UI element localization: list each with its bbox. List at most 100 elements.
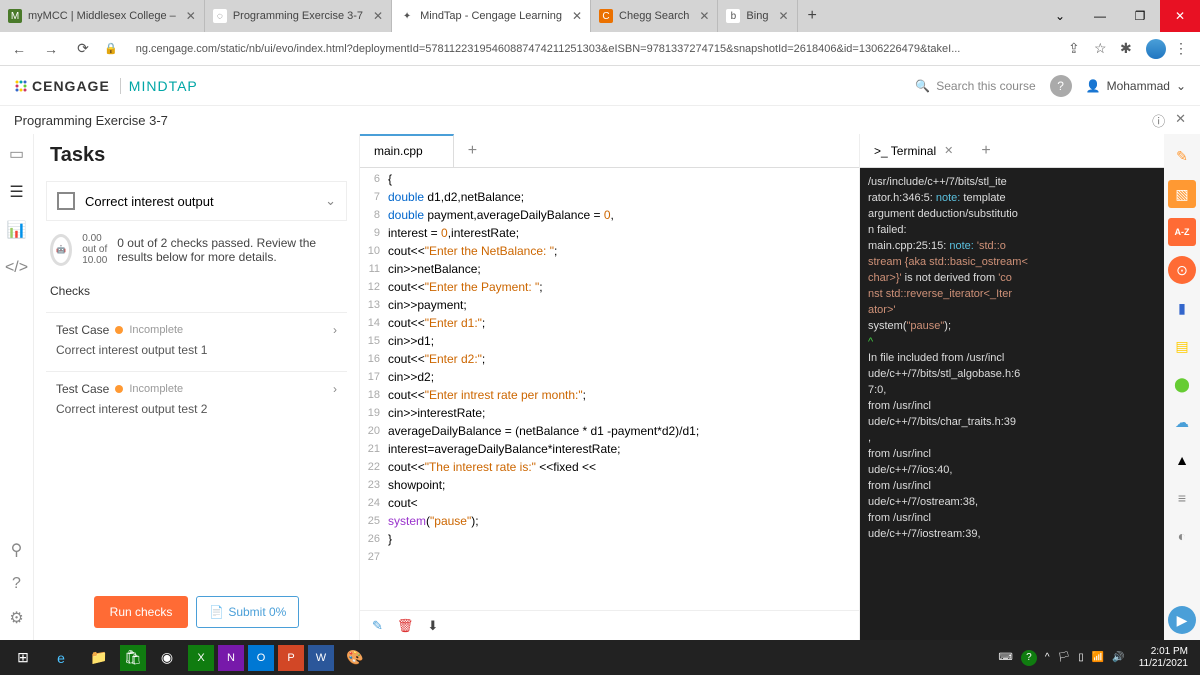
editor-toolbar: ✎ 🗑 ⬇ — [360, 610, 859, 640]
store-icon[interactable]: 🛍 — [120, 645, 146, 671]
check-item[interactable]: Test Case Incomplete›Correct interest ou… — [46, 312, 347, 367]
browser-tab[interactable]: MmyMCC | Middlesex College – ✕ — [0, 0, 205, 32]
wifi-icon[interactable]: 📶 — [1092, 652, 1104, 663]
tab-close-icon[interactable]: ✕ — [699, 9, 709, 23]
terminal-tab[interactable]: >_ Terminal ✕ — [860, 134, 967, 167]
close-icon[interactable]: ✕ — [944, 144, 953, 157]
outlook-icon[interactable]: O — [248, 645, 274, 671]
share-icon[interactable]: ⇪ — [1068, 40, 1086, 58]
window-controls: ⌄ — ❐ ✕ — [1040, 0, 1200, 32]
chart-icon[interactable]: 📊 — [7, 220, 27, 240]
book-icon[interactable]: ▭ — [7, 144, 27, 164]
powerpoint-icon[interactable]: P — [278, 645, 304, 671]
code-icon[interactable]: </> — [7, 258, 27, 278]
tray-help-icon[interactable]: ? — [1021, 650, 1037, 666]
profile-avatar[interactable] — [1146, 39, 1166, 59]
forward-button[interactable]: → — [40, 41, 62, 57]
delete-icon[interactable]: 🗑 — [397, 618, 414, 634]
new-tab-button[interactable]: + — [798, 7, 827, 25]
share-rail-icon[interactable]: ⚲ — [7, 540, 27, 560]
reload-button[interactable]: ⟳ — [72, 40, 94, 57]
status-dot-icon — [115, 326, 123, 334]
chrome-icon[interactable]: ◉ — [150, 643, 184, 673]
flag-icon[interactable]: 🏳 — [1058, 652, 1071, 663]
keyboard-icon[interactable]: ⌨ — [998, 652, 1012, 663]
circle-icon[interactable]: ◐ — [1168, 522, 1196, 550]
chevron-down-icon: ⌄ — [1176, 79, 1186, 93]
tab-favicon: ◌ — [213, 9, 227, 23]
lines-icon[interactable]: ≡ — [1168, 484, 1196, 512]
cloud-icon[interactable]: ☁ — [1168, 408, 1196, 436]
code-editor[interactable]: 6{7double d1,d2,netBalance;8double payme… — [360, 168, 859, 610]
star-icon[interactable]: ☆ — [1094, 40, 1112, 58]
browser-tab[interactable]: bBing✕ — [718, 0, 797, 32]
book-tool-icon[interactable]: ▮ — [1168, 294, 1196, 322]
main-layout: ▭ ☰ 📊 </> ⚲ ? ⚙ Tasks Correct interest o… — [0, 134, 1200, 640]
tab-favicon: ✦ — [400, 9, 414, 23]
tray-up-icon[interactable]: ^ — [1045, 652, 1050, 663]
editor-tab-main[interactable]: main.cpp — [360, 134, 454, 167]
close-window-button[interactable]: ✕ — [1160, 0, 1200, 32]
drive-icon[interactable]: ▲ — [1168, 446, 1196, 474]
windows-taskbar: ⊞ e 📁 🛍 ◉ X N O P W 🎨 ⌨ ? ^ 🏳 ▯ 📶 🔊 2:01… — [0, 640, 1200, 675]
terminal-output[interactable]: /usr/include/c++/7/bits/stl_iterator.h:3… — [860, 168, 1164, 640]
chevron-right-icon: › — [333, 323, 337, 337]
battery-icon[interactable]: ▯ — [1078, 652, 1084, 663]
edge-icon[interactable]: e — [44, 643, 78, 673]
cengage-logo[interactable]: CENGAGE MINDTAP — [14, 78, 198, 94]
terminal-add-tab[interactable]: + — [967, 134, 1004, 167]
paint-icon[interactable]: 🎨 — [338, 643, 372, 673]
task-checkbox[interactable] — [57, 192, 75, 210]
submit-button[interactable]: 📄 Submit 0% — [196, 596, 299, 628]
search-course[interactable]: 🔍 Search this course — [915, 79, 1035, 93]
highlight-icon[interactable]: ⬤ — [1168, 370, 1196, 398]
checks-heading: Checks — [34, 274, 359, 308]
clock[interactable]: 2:01 PM 11/21/2021 — [1133, 646, 1194, 670]
tab-label: Bing — [746, 10, 768, 22]
browser-tab[interactable]: ◌Programming Exercise 3-7✕ — [205, 0, 392, 32]
address-bar: ← → ⟳ 🔒 ng.cengage.com/static/nb/ui/evo/… — [0, 32, 1200, 66]
browser-tab[interactable]: ✦ MindTap - Cengage Learning ✕ — [392, 0, 591, 32]
edit-icon[interactable]: ✎ — [372, 618, 383, 634]
back-button[interactable]: ← — [8, 41, 30, 57]
info-icon[interactable]: ⓘ — [1152, 111, 1165, 130]
editor-tabs: main.cpp + — [360, 134, 859, 168]
list-icon[interactable]: ☰ — [7, 182, 27, 202]
start-button[interactable]: ⊞ — [6, 643, 40, 673]
tab-close-icon[interactable]: ✕ — [186, 9, 196, 23]
word-icon[interactable]: W — [308, 645, 334, 671]
excel-icon[interactable]: X — [188, 645, 214, 671]
explorer-icon[interactable]: 📁 — [82, 643, 116, 673]
check-item[interactable]: Test Case Incomplete›Correct interest ou… — [46, 371, 347, 426]
tab-close-icon[interactable]: ✕ — [572, 9, 582, 23]
play-button[interactable]: ▶ — [1168, 606, 1196, 634]
user-icon: 👤 — [1086, 79, 1101, 93]
help-button[interactable]: ? — [1050, 75, 1072, 97]
extension-icon[interactable]: ✱ — [1120, 40, 1138, 58]
tab-label: MindTap - Cengage Learning — [420, 10, 562, 22]
onenote-icon[interactable]: N — [218, 645, 244, 671]
rss-icon[interactable]: ▧ — [1168, 180, 1196, 208]
pencil-tool-icon[interactable]: ✎ — [1168, 142, 1196, 170]
maximize-button[interactable]: ❐ — [1120, 0, 1160, 32]
help-rail-icon[interactable]: ? — [7, 574, 27, 594]
score-den: 10.00 — [82, 255, 107, 266]
menu-icon[interactable]: ⋮ — [1174, 40, 1192, 58]
note-icon[interactable]: ▤ — [1168, 332, 1196, 360]
az-icon[interactable]: A-Z — [1168, 218, 1196, 246]
globe-icon[interactable]: ⊙ — [1168, 256, 1196, 284]
close-exercise-button[interactable]: ✕ — [1175, 111, 1186, 130]
run-checks-button[interactable]: Run checks — [94, 596, 189, 628]
browser-tab[interactable]: CChegg Search✕ — [591, 0, 718, 32]
volume-icon[interactable]: 🔊 — [1112, 652, 1124, 663]
nav-down-icon[interactable]: ⌄ — [1040, 0, 1080, 32]
url-field[interactable]: ng.cengage.com/static/nb/ui/evo/index.ht… — [128, 39, 1058, 59]
task-item[interactable]: Correct interest output ⌄ — [46, 181, 347, 221]
settings-icon[interactable]: ⚙ — [7, 608, 27, 628]
download-icon[interactable]: ⬇ — [427, 618, 438, 634]
editor-add-tab[interactable]: + — [454, 134, 491, 167]
tab-close-icon[interactable]: ✕ — [373, 9, 383, 23]
user-menu[interactable]: 👤 Mohammad ⌄ — [1086, 79, 1186, 93]
minimize-button[interactable]: — — [1080, 0, 1120, 32]
tab-close-icon[interactable]: ✕ — [778, 9, 788, 23]
